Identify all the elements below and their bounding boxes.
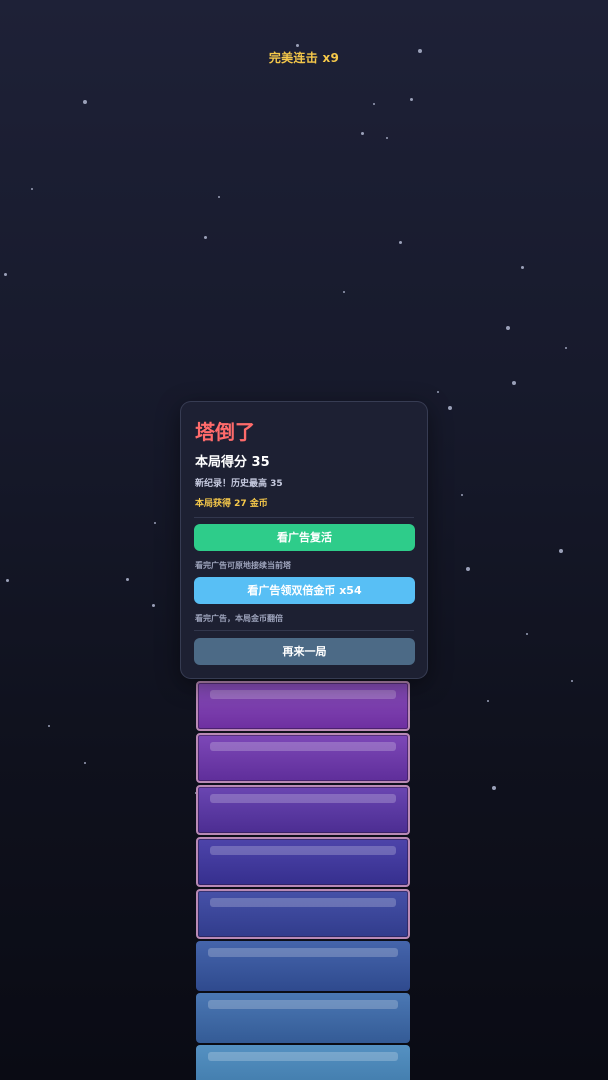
block-highlight — [208, 1052, 398, 1061]
tower-block — [196, 681, 410, 731]
star — [565, 347, 567, 349]
divider — [194, 630, 414, 631]
new-record-text: 新纪录！历史最高 35 — [195, 479, 283, 489]
star — [399, 241, 402, 244]
block-highlight — [208, 948, 398, 957]
play-again-button[interactable]: 再来一局 — [194, 638, 415, 665]
divider — [194, 517, 414, 518]
star — [126, 578, 129, 581]
dialog-title: 塔倒了 — [195, 420, 255, 444]
star — [386, 137, 388, 139]
tower-block — [196, 889, 410, 939]
star — [152, 604, 155, 607]
star — [506, 326, 510, 330]
watch-ad-double-coins-button[interactable]: 看广告领双倍金币 x54 — [194, 577, 415, 604]
double-coins-hint: 看完广告，本局金币翻倍 — [195, 614, 283, 623]
tower-block — [196, 1045, 410, 1080]
star — [296, 44, 299, 47]
star — [31, 188, 33, 190]
tower-block — [196, 733, 410, 783]
block-highlight — [210, 742, 396, 751]
watch-ad-revive-button[interactable]: 看广告复活 — [194, 524, 415, 551]
tower-block — [196, 941, 410, 991]
star — [448, 406, 452, 410]
block-highlight — [208, 1000, 398, 1009]
star — [512, 381, 516, 385]
star — [410, 98, 413, 101]
coins-earned-text: 本局获得 27 金币 — [195, 499, 268, 509]
star — [83, 100, 87, 104]
tower-block — [196, 837, 410, 887]
star — [437, 391, 439, 393]
combo-indicator: 完美连击 x9 — [268, 51, 340, 65]
tower-block — [196, 785, 410, 835]
star — [466, 567, 470, 571]
star — [361, 132, 364, 135]
score-text: 本局得分 35 — [195, 455, 270, 470]
star — [526, 633, 528, 635]
block-highlight — [210, 846, 396, 855]
star — [343, 291, 345, 293]
star — [521, 266, 524, 269]
block-highlight — [210, 690, 396, 699]
star — [487, 700, 489, 702]
star — [84, 762, 86, 764]
star — [4, 273, 7, 276]
star — [373, 103, 375, 105]
revive-hint: 看完广告可原地接续当前塔 — [195, 561, 291, 570]
star — [571, 680, 573, 682]
star — [492, 786, 496, 790]
star — [461, 494, 463, 496]
block-highlight — [210, 794, 396, 803]
star — [559, 549, 563, 553]
block-highlight — [210, 898, 396, 907]
star — [6, 579, 9, 582]
star — [204, 236, 207, 239]
star — [154, 522, 156, 524]
star — [218, 196, 220, 198]
star — [48, 725, 50, 727]
tower-block — [196, 993, 410, 1043]
game-over-dialog: 塔倒了 本局得分 35 新纪录！历史最高 35 本局获得 27 金币 看广告复活… — [180, 401, 428, 679]
